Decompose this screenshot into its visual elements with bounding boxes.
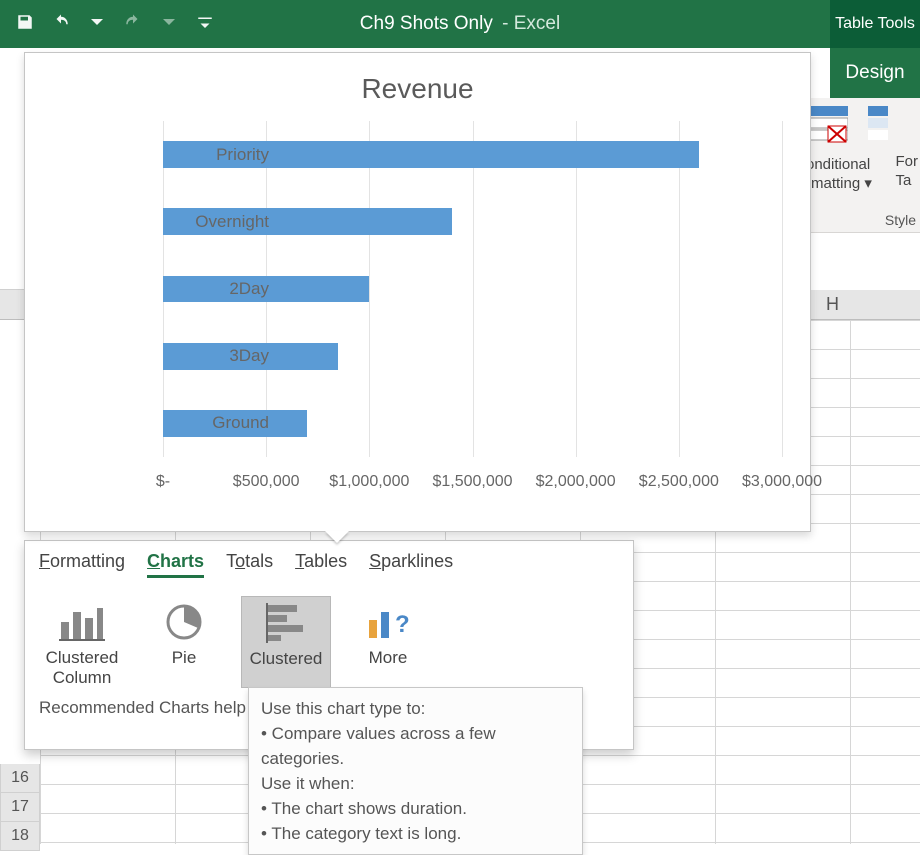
quick-analysis-tabs: Formatting Charts Totals Tables Sparklin… [25,541,633,586]
contextual-tab-design[interactable]: Design [830,48,920,98]
chart-type-tooltip: Use this chart type to: • Compare values… [248,687,583,855]
chart-option-pie[interactable]: Pie [139,596,229,688]
undo-icon [52,13,70,36]
column-header-H[interactable]: H [826,294,839,315]
tab-charts[interactable]: Charts [147,551,204,578]
option-label: Clustered Column [46,648,119,687]
y-category-label: Priority [169,145,269,165]
clustered-column-icon [37,602,127,642]
option-label: More [369,648,408,667]
contextual-tab-group: Table Tools [830,0,920,48]
styles-group-label: Style [885,212,916,228]
y-category-label: 2Day [169,279,269,299]
chart-title: Revenue [33,73,802,105]
tab-sparklines[interactable]: Sparklines [369,551,453,578]
option-label: Clustered [250,649,323,668]
chart-preview-tooltip: Revenue PriorityOvernight2Day3DayGround … [24,52,811,532]
conditional-formatting-icon [806,106,848,147]
format-as-table-icon [868,106,888,147]
option-label: Pie [172,648,197,667]
x-tick-label: $500,000 [233,473,300,491]
redo-icon [124,13,142,36]
row-header[interactable]: 17 [0,793,40,822]
save-icon [16,13,34,36]
chevron-down-icon [88,13,106,36]
chevron-down-icon [160,13,178,36]
x-tick-label: $1,500,000 [432,473,512,491]
clustered-bar-icon [242,603,330,643]
undo-dropdown[interactable] [82,9,112,39]
tab-totals[interactable]: Totals [226,551,273,578]
x-tick-label: $2,500,000 [639,473,719,491]
row-header[interactable]: 16 [0,764,40,793]
pie-icon [139,602,229,642]
chart-option-more[interactable]: ? More [343,596,433,688]
chevron-down-icon [196,13,214,36]
x-tick-label: $1,000,000 [329,473,409,491]
x-tick-label: $2,000,000 [536,473,616,491]
row-header[interactable]: 18 [0,822,40,851]
redo-button[interactable] [118,9,148,39]
svg-text:?: ? [395,611,410,638]
format-as-table-label[interactable]: For Ta [892,152,919,190]
customize-qat[interactable] [190,9,220,39]
y-category-label: Overnight [169,212,269,232]
more-charts-icon: ? [343,602,433,642]
chart-option-clustered-bar[interactable]: Clustered [241,596,331,688]
chart-option-clustered-column[interactable]: Clustered Column [37,596,127,688]
save-button[interactable] [10,9,40,39]
ribbon-styles-group: onditional rmatting ▾ For Ta Style [802,98,920,233]
x-tick-label: $- [156,473,170,491]
y-category-label: Ground [169,413,269,433]
undo-button[interactable] [46,9,76,39]
x-tick-label: $3,000,000 [742,473,822,491]
y-category-label: 3Day [169,346,269,366]
tab-formatting[interactable]: Formatting [39,551,125,578]
redo-dropdown[interactable] [154,9,184,39]
tab-tables[interactable]: Tables [295,551,347,578]
